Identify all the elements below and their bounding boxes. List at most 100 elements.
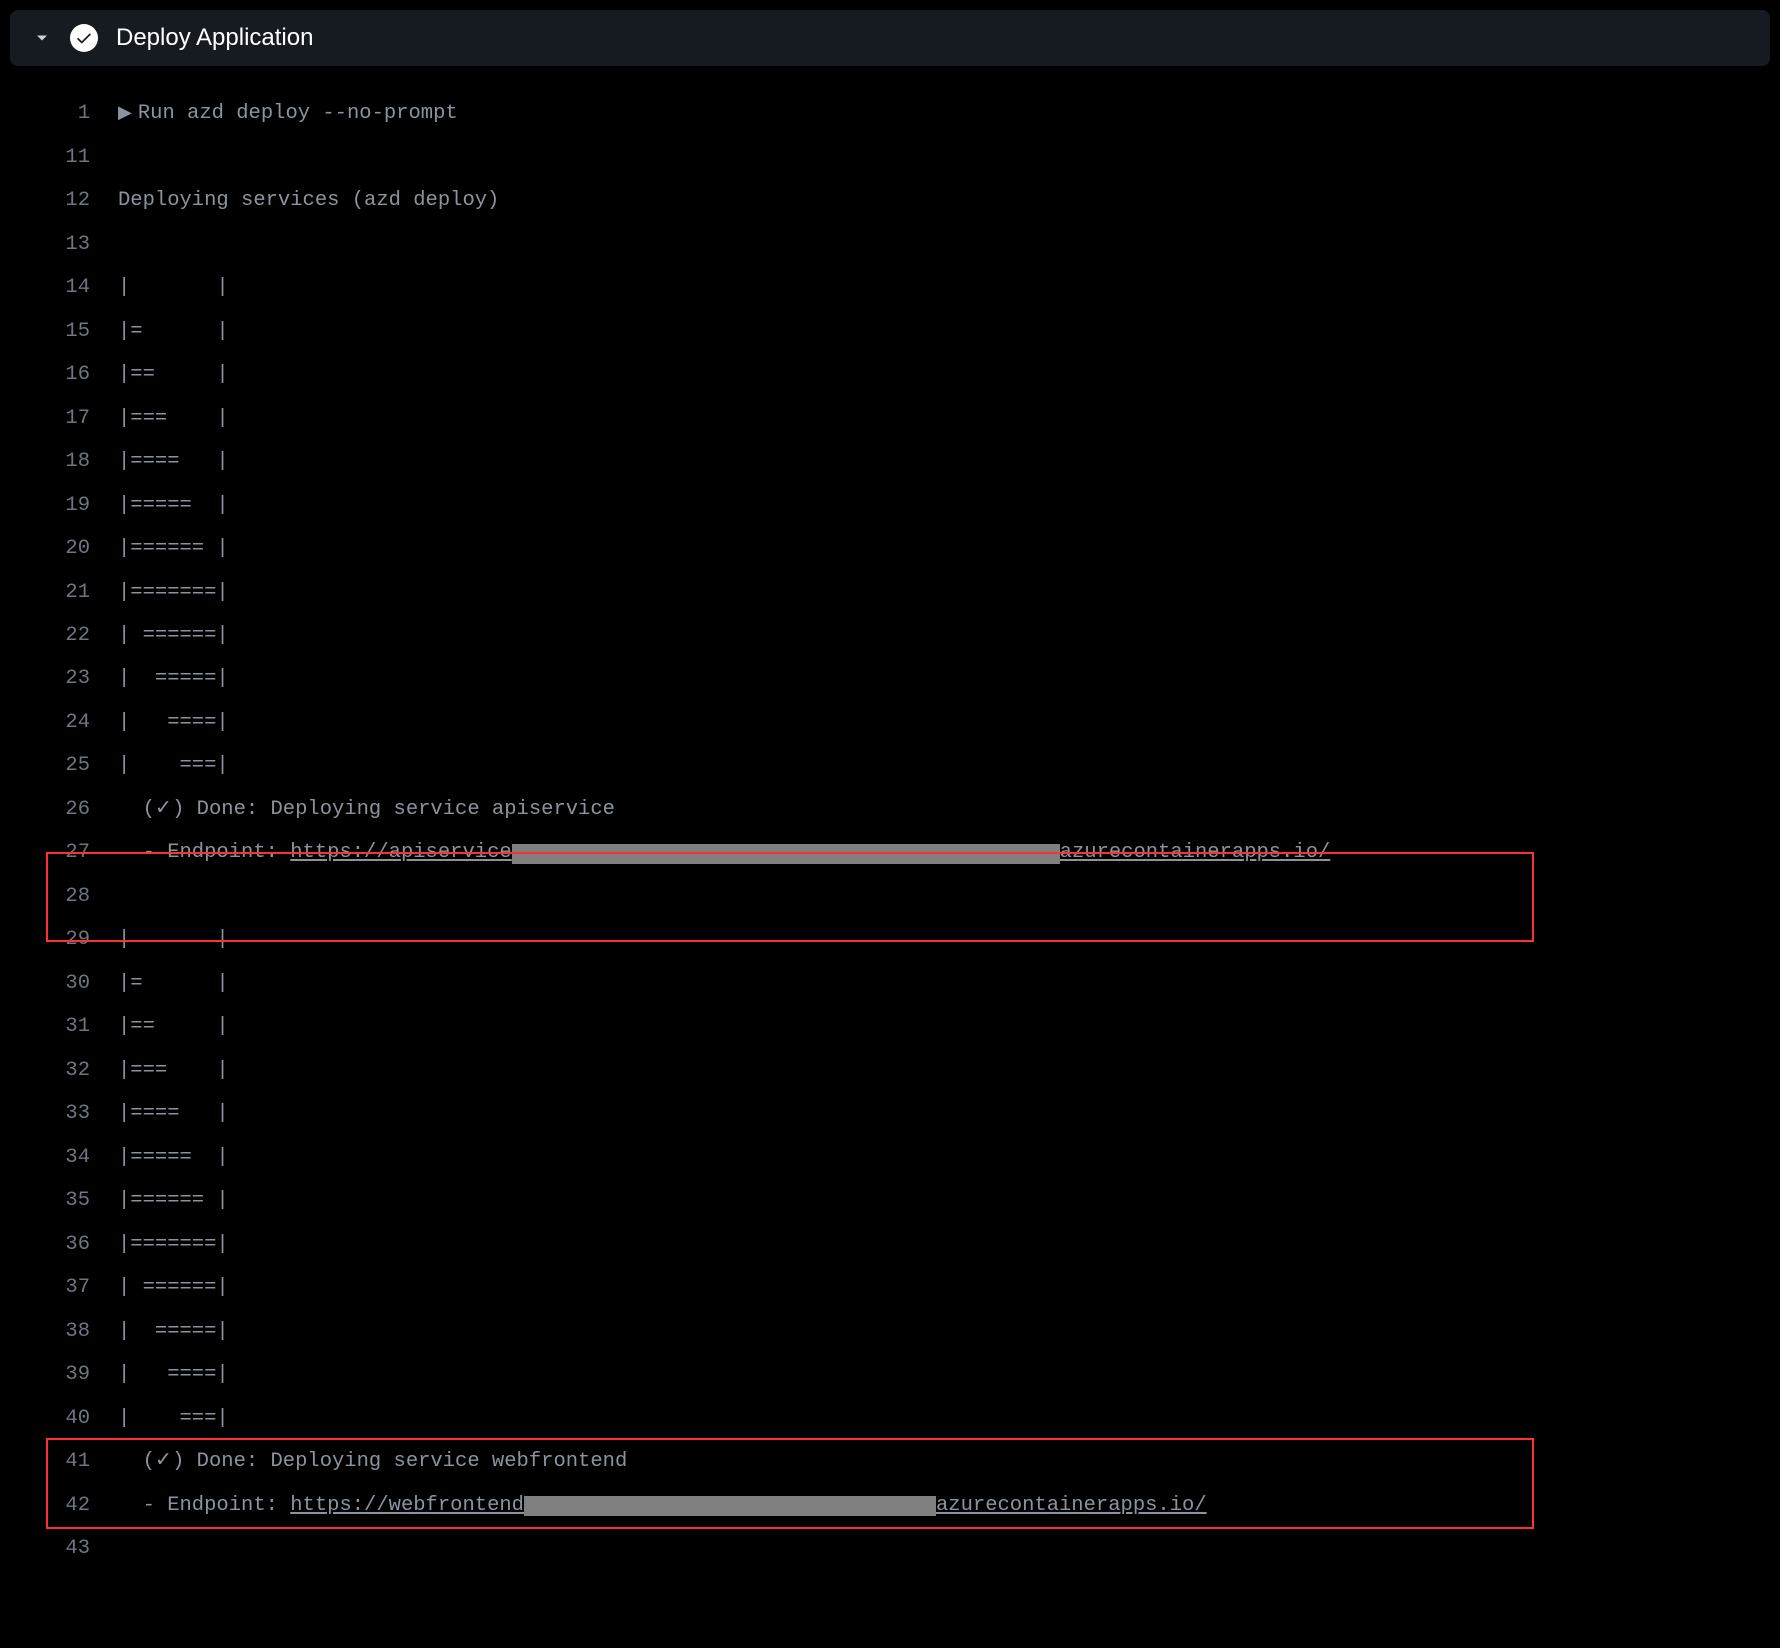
line-content: |==== | — [118, 1099, 229, 1128]
log-line: 37| ======| — [0, 1266, 1780, 1309]
log-line: 22| ======| — [0, 614, 1780, 657]
log-line: 1▶Run azd deploy --no-prompt — [0, 92, 1780, 135]
log-line: 24| ====| — [0, 701, 1780, 744]
line-number: 41 — [0, 1447, 118, 1476]
line-number: 31 — [0, 1012, 118, 1041]
line-content: |= | — [118, 969, 229, 998]
redacted-segment — [524, 1496, 936, 1516]
log-line: 36|=======| — [0, 1223, 1780, 1266]
line-number: 17 — [0, 404, 118, 433]
log-line: 31|== | — [0, 1005, 1780, 1048]
line-number: 24 — [0, 708, 118, 737]
log-line: 39| ====| — [0, 1353, 1780, 1396]
line-content: - Endpoint: https://webfrontendazurecont… — [118, 1491, 1207, 1520]
log-line: 28 — [0, 875, 1780, 918]
log-line: 30|= | — [0, 962, 1780, 1005]
log-line: 42 - Endpoint: https://webfrontendazurec… — [0, 1484, 1780, 1527]
line-number: 21 — [0, 578, 118, 607]
line-content: Deploying services (azd deploy) — [118, 186, 499, 215]
line-content: | | — [118, 273, 229, 302]
check-circle-icon — [70, 24, 98, 52]
line-content: (✓) Done: Deploying service webfrontend — [118, 1447, 627, 1476]
line-number: 18 — [0, 447, 118, 476]
endpoint-link[interactable]: https://apiserviceazurecontainerapps.io/ — [290, 838, 1330, 867]
line-number: 40 — [0, 1404, 118, 1433]
log-output: 1▶Run azd deploy --no-prompt1112Deployin… — [0, 66, 1780, 1570]
line-content: |=======| — [118, 578, 229, 607]
log-line: 23| =====| — [0, 657, 1780, 700]
line-number: 22 — [0, 621, 118, 650]
log-line: 33|==== | — [0, 1092, 1780, 1135]
line-content: |=== | — [118, 404, 229, 433]
redacted-segment — [512, 844, 1060, 864]
line-content: |====== | — [118, 534, 229, 563]
line-content: |====== | — [118, 1186, 229, 1215]
log-line: 15|= | — [0, 309, 1780, 352]
expand-arrow-icon[interactable]: ▶ — [118, 102, 132, 128]
line-content: |===== | — [118, 491, 229, 520]
line-number: 25 — [0, 751, 118, 780]
line-content: - Endpoint: https://apiserviceazureconta… — [118, 838, 1330, 867]
line-number: 29 — [0, 925, 118, 954]
log-line: 14| | — [0, 266, 1780, 309]
line-number: 34 — [0, 1143, 118, 1172]
log-line: 21|=======| — [0, 570, 1780, 613]
log-line: 26 (✓) Done: Deploying service apiservic… — [0, 788, 1780, 831]
line-content: |== | — [118, 360, 229, 389]
step-title: Deploy Application — [116, 24, 313, 52]
log-line: 38| =====| — [0, 1310, 1780, 1353]
line-number: 27 — [0, 838, 118, 867]
step-header[interactable]: Deploy Application — [10, 10, 1770, 66]
log-line: 27 - Endpoint: https://apiserviceazureco… — [0, 831, 1780, 874]
line-number: 11 — [0, 143, 118, 172]
line-number: 35 — [0, 1186, 118, 1215]
log-line: 43 — [0, 1527, 1780, 1570]
log-line: 18|==== | — [0, 440, 1780, 483]
line-number: 13 — [0, 230, 118, 259]
line-number: 28 — [0, 882, 118, 911]
line-number: 15 — [0, 317, 118, 346]
line-number: 1 — [0, 99, 118, 128]
line-number: 39 — [0, 1360, 118, 1389]
log-line: 13 — [0, 222, 1780, 265]
line-number: 26 — [0, 795, 118, 824]
log-line: 16|== | — [0, 353, 1780, 396]
line-number: 12 — [0, 186, 118, 215]
line-number: 33 — [0, 1099, 118, 1128]
log-line: 29| | — [0, 918, 1780, 961]
line-content: | ===| — [118, 751, 229, 780]
line-content: |= | — [118, 317, 229, 346]
line-content: ▶Run azd deploy --no-prompt — [118, 99, 458, 128]
chevron-down-icon[interactable] — [32, 28, 52, 48]
log-line: 34|===== | — [0, 1136, 1780, 1179]
log-line: 25| ===| — [0, 744, 1780, 787]
log-line: 41 (✓) Done: Deploying service webfronte… — [0, 1440, 1780, 1483]
line-number: 36 — [0, 1230, 118, 1259]
line-content: |== | — [118, 1012, 229, 1041]
endpoint-link[interactable]: https://webfrontendazurecontainerapps.io… — [290, 1491, 1206, 1520]
line-number: 43 — [0, 1534, 118, 1563]
log-line: 20|====== | — [0, 527, 1780, 570]
line-content: | =====| — [118, 1317, 229, 1346]
line-content: | ===| — [118, 1404, 229, 1433]
line-content: |=== | — [118, 1056, 229, 1085]
line-number: 14 — [0, 273, 118, 302]
line-number: 16 — [0, 360, 118, 389]
line-content: | =====| — [118, 664, 229, 693]
line-number: 38 — [0, 1317, 118, 1346]
log-line: 12Deploying services (azd deploy) — [0, 179, 1780, 222]
line-content: |===== | — [118, 1143, 229, 1172]
line-content: | ====| — [118, 1360, 229, 1389]
log-line: 40| ===| — [0, 1397, 1780, 1440]
line-content: | ======| — [118, 1273, 229, 1302]
log-line: 17|=== | — [0, 396, 1780, 439]
line-number: 23 — [0, 664, 118, 693]
line-number: 42 — [0, 1491, 118, 1520]
line-number: 37 — [0, 1273, 118, 1302]
line-content: |=======| — [118, 1230, 229, 1259]
line-content: | ======| — [118, 621, 229, 650]
log-line: 35|====== | — [0, 1179, 1780, 1222]
line-content: |==== | — [118, 447, 229, 476]
line-content: (✓) Done: Deploying service apiservice — [118, 795, 615, 824]
line-number: 20 — [0, 534, 118, 563]
